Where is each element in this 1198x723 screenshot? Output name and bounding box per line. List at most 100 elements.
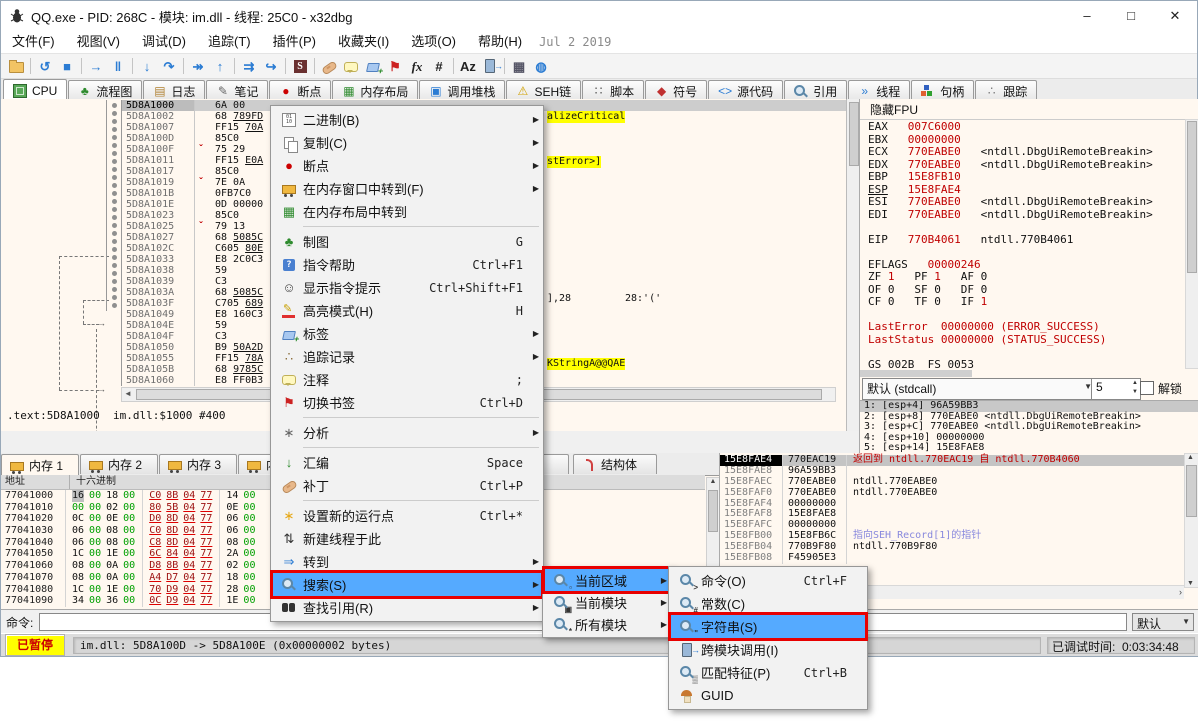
menu-item-tip[interactable]: ☺显示指令提示Ctrl+Shift+F1	[273, 276, 541, 299]
menu-item-mag-all[interactable]: *所有模块▶	[545, 613, 669, 635]
stack-v-scrollbar[interactable]: ▲ ▼	[1184, 453, 1198, 588]
pattern-button[interactable]: #	[428, 56, 450, 76]
breakpoint-dot[interactable]	[112, 119, 117, 124]
menubar-item[interactable]: 插件(P)	[262, 31, 327, 53]
calculator-button[interactable]: ▦	[508, 56, 530, 76]
breakpoint-dot[interactable]	[112, 247, 117, 252]
breakpoint-dot[interactable]	[112, 239, 117, 244]
breakpoint-dot-column[interactable]	[106, 100, 121, 311]
maximize-button[interactable]: □	[1109, 1, 1153, 31]
breakpoint-dot[interactable]	[112, 199, 117, 204]
breakpoint-dot[interactable]	[112, 255, 117, 260]
breakpoint-dot[interactable]	[112, 183, 117, 188]
strings-button[interactable]: Az	[457, 56, 479, 76]
menu-item-new-thread[interactable]: ⇅新建线程于此	[273, 527, 541, 550]
dump-tab-struct[interactable]: 结构体	[573, 454, 657, 474]
menu-item-breakpoint[interactable]: ●断点▶	[273, 154, 541, 177]
register-line[interactable]: EDI 770EABE0 <ntdll.DbgUiRemoteBreakin>	[860, 209, 1186, 222]
tab-references[interactable]: 引用	[784, 80, 847, 101]
breakpoint-dot[interactable]	[112, 143, 117, 148]
scroll-up-icon[interactable]: ▲	[708, 478, 718, 485]
menu-item-modcall[interactable]: 跨模块调用(I)	[671, 638, 865, 661]
unlock-checkbox[interactable]	[1140, 381, 1154, 395]
menubar-item[interactable]: 选项(O)	[400, 31, 467, 53]
attach-button[interactable]: ↪	[260, 56, 282, 76]
menu-item-find-ref[interactable]: 查找引用(R)▶	[273, 596, 541, 619]
scrollbar-thumb[interactable]	[1187, 121, 1197, 273]
tab-script[interactable]: ∷脚本	[582, 80, 644, 101]
menu-item-help[interactable]: 指令帮助Ctrl+F1	[273, 253, 541, 276]
breakpoint-dot[interactable]	[112, 231, 117, 236]
tab-callstack[interactable]: ▣调用堆栈	[419, 80, 505, 101]
menu-item-graph[interactable]: ♣制图G	[273, 230, 541, 253]
menu-item-tracerecord[interactable]: ∴追踪记录▶	[273, 345, 541, 368]
command-profile-select[interactable]: 默认▼	[1132, 613, 1194, 631]
breakpoint-dot[interactable]	[112, 159, 117, 164]
scrollbar-thumb[interactable]	[849, 102, 859, 166]
menu-item-mag-cmd[interactable]: >命令(O)Ctrl+F	[671, 569, 865, 592]
breakpoint-dot[interactable]	[112, 167, 117, 172]
breakpoint-list-button[interactable]: ⚑	[384, 56, 406, 76]
stop-button[interactable]: ■	[56, 56, 78, 76]
tab-seh[interactable]: ⚠SEH链	[506, 80, 581, 101]
tab-trace[interactable]: ∴跟踪	[975, 80, 1037, 101]
pause-button[interactable]: ‖	[107, 56, 129, 76]
dump-tab-2[interactable]: 内存 2	[80, 454, 158, 474]
run-button[interactable]: →	[85, 56, 107, 76]
register-line[interactable]: EIP 770B4061 ntdll.770B4061	[860, 234, 1186, 247]
menubar-item[interactable]: 视图(V)	[66, 31, 131, 53]
execute-till-return-button[interactable]: ↠	[187, 56, 209, 76]
tab-graph[interactable]: ♣流程图	[68, 80, 142, 101]
disassembly-v-scrollbar[interactable]	[846, 99, 860, 431]
menu-item-follow-dump[interactable]: 在内存窗口中转到(F)▶	[273, 177, 541, 200]
register-line[interactable]: LastStatus 00000000 (STATUS_SUCCESS)	[860, 334, 1186, 347]
registers-h-scrollbar-thumb[interactable]	[860, 370, 972, 377]
step-over-button[interactable]: ↷	[158, 56, 180, 76]
hide-fpu-button[interactable]: 隐藏FPU	[860, 99, 1198, 120]
dump-tab-1[interactable]: 内存 1	[1, 454, 79, 476]
spinner-arrows-icon[interactable]: ▲▼	[1132, 379, 1138, 397]
scroll-right-icon[interactable]: ›	[1179, 587, 1182, 597]
scrollbar-thumb[interactable]	[708, 490, 718, 532]
modules-button[interactable]	[479, 56, 501, 76]
breakpoint-dot[interactable]	[112, 279, 117, 284]
tab-memmap[interactable]: ▦内存布局	[332, 80, 418, 101]
breakpoint-dot[interactable]	[112, 191, 117, 196]
stack-row[interactable]: 15E8FAF0770EABE0ntdll.770EABE0	[720, 488, 1184, 499]
minimize-button[interactable]: –	[1065, 1, 1109, 31]
breakpoint-dot[interactable]	[112, 215, 117, 220]
menu-item-comment[interactable]: 注释;	[273, 368, 541, 391]
menu-item-bookmark[interactable]: ⚑切换书签Ctrl+D	[273, 391, 541, 414]
close-button[interactable]: ✕	[1153, 1, 1197, 31]
breakpoint-dot[interactable]	[112, 263, 117, 268]
labels-button[interactable]	[362, 56, 384, 76]
step-out-button[interactable]: ↑	[209, 56, 231, 76]
stack-row[interactable]: 15E8FB08F45905E3	[720, 553, 1184, 564]
menu-item-follow-memmap[interactable]: ▦在内存布局中转到	[273, 200, 541, 223]
menubar-item[interactable]: 追踪(T)	[197, 31, 262, 53]
breakpoint-dot[interactable]	[112, 223, 117, 228]
register-line[interactable]: CF 0 TF 0 IF 1	[860, 296, 1186, 309]
breakpoint-dot[interactable]	[112, 135, 117, 140]
breakpoint-dot[interactable]	[112, 207, 117, 212]
registers-v-scrollbar[interactable]	[1185, 119, 1198, 369]
comments-button[interactable]	[340, 56, 362, 76]
menu-item-guid[interactable]: GUID	[671, 684, 865, 707]
breakpoint-dot[interactable]	[112, 303, 117, 308]
scroll-up-icon[interactable]: ▲	[1185, 454, 1196, 461]
tab-breakpoints[interactable]: ●断点	[269, 80, 331, 101]
menu-item-new-origin[interactable]: ∗设置新的运行点Ctrl+*	[273, 504, 541, 527]
menu-item-label[interactable]: 标签▶	[273, 322, 541, 345]
menu-item-mag-module[interactable]: ▣当前模块▶	[545, 591, 669, 613]
menu-item-patch[interactable]: 补丁Ctrl+P	[273, 474, 541, 497]
breakpoint-dot[interactable]	[112, 175, 117, 180]
menu-item-mag-str[interactable]: "字符串(S)	[671, 615, 865, 638]
menu-item-binary[interactable]: 二进制(B)▶	[273, 108, 541, 131]
breakpoint-dot[interactable]	[112, 295, 117, 300]
tab-threads[interactable]: »线程	[848, 80, 910, 101]
breakpoint-dot[interactable]	[112, 103, 117, 108]
menu-item-highlight[interactable]: 高亮模式(H)H	[273, 299, 541, 322]
tab-log[interactable]: ▤日志	[143, 80, 205, 101]
menubar-item[interactable]: 调试(D)	[131, 31, 197, 53]
breakpoint-dot[interactable]	[112, 287, 117, 292]
